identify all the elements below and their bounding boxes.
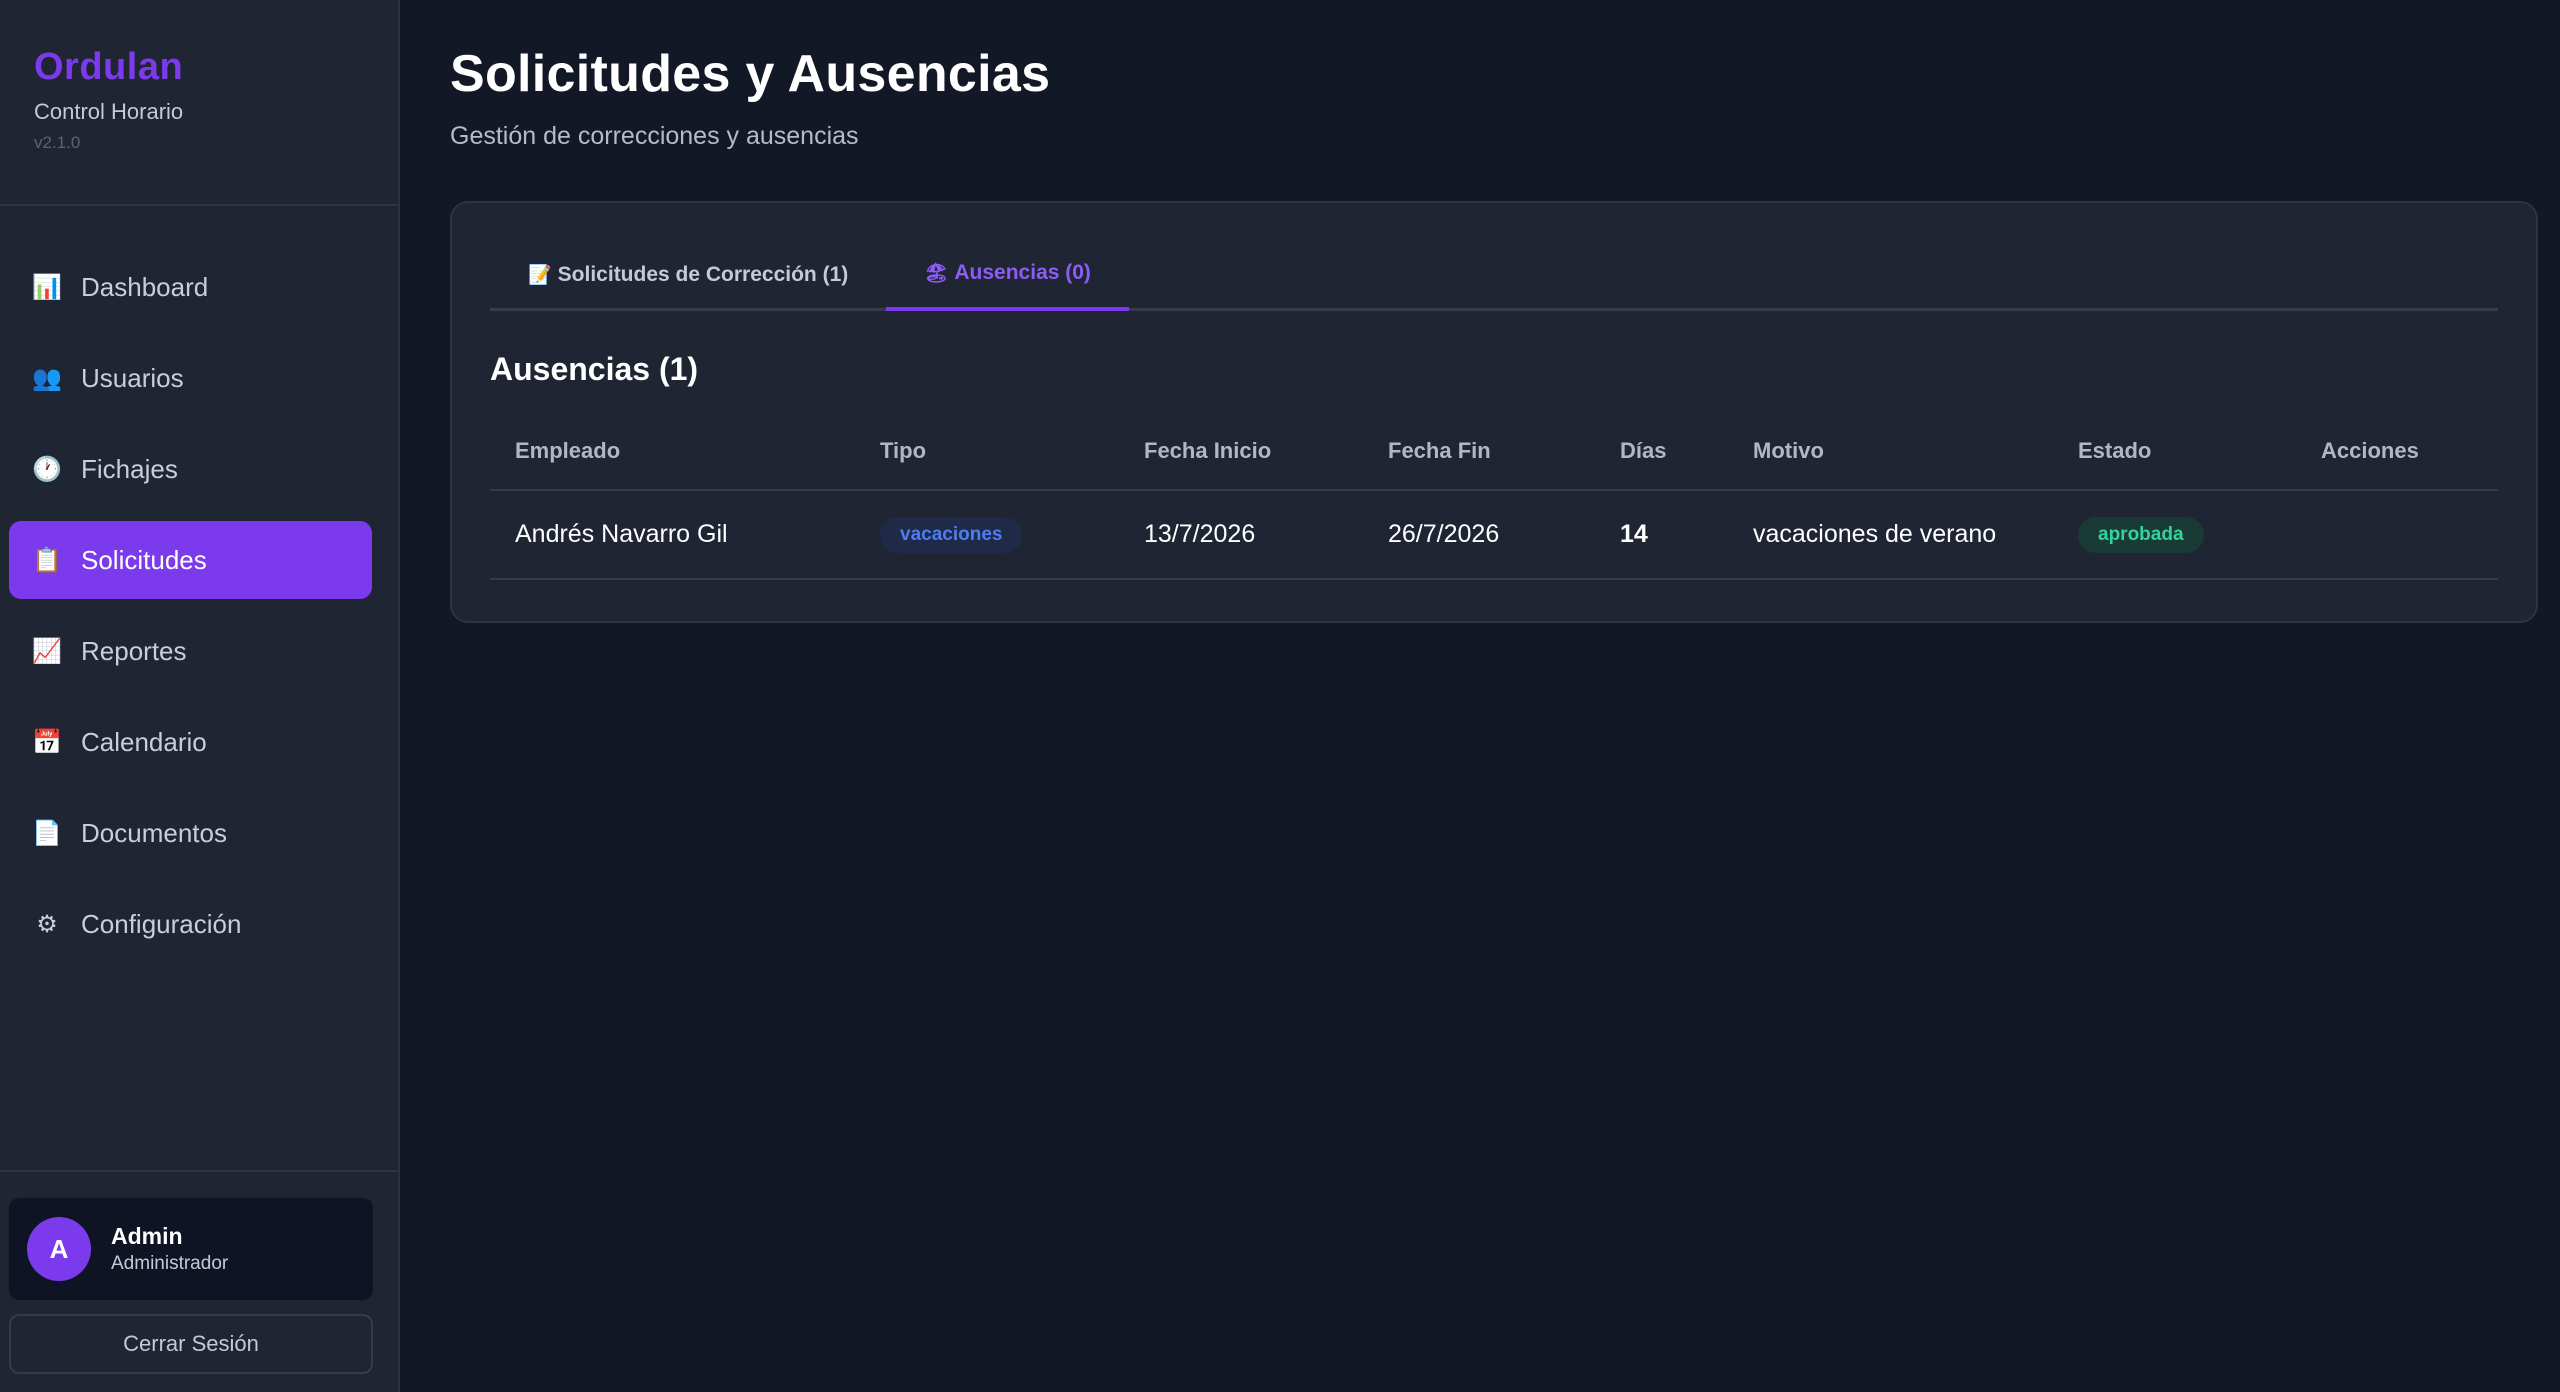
cell-fecha-fin: 26/7/2026	[1363, 490, 1595, 580]
cell-fecha-inicio: 13/7/2026	[1119, 490, 1363, 580]
beach-icon: 🏖	[924, 263, 949, 284]
column-header: Fecha Fin	[1363, 412, 1595, 491]
sidebar-item-documentos[interactable]: 📄 Documentos	[9, 794, 372, 872]
column-header: Días	[1595, 412, 1728, 491]
column-header: Estado	[2053, 412, 2296, 491]
brand: Ordulan Control Horario v2.1.0	[0, 0, 398, 206]
cell-estado: aprobada	[2053, 490, 2296, 580]
sidebar-item-label: Reportes	[81, 635, 187, 666]
app: Ordulan Control Horario v2.1.0 📊 Dashboa…	[0, 0, 2560, 1392]
column-header: Fecha Inicio	[1119, 412, 1363, 491]
sidebar-item-reportes[interactable]: 📈 Reportes	[9, 612, 372, 690]
gear-icon: ⚙	[36, 910, 58, 938]
logout-button[interactable]: Cerrar Sesión	[9, 1314, 373, 1374]
cell-dias: 14	[1595, 490, 1728, 580]
clipboard-icon: 📋	[32, 546, 62, 574]
sidebar-nav: 📊 Dashboard 👥 Usuarios 🕐 Fichajes 📋 Soli…	[0, 206, 398, 1170]
requests-card: 📝 Solicitudes de Corrección (1) 🏖 Ausenc…	[450, 201, 2538, 623]
sidebar: Ordulan Control Horario v2.1.0 📊 Dashboa…	[0, 0, 400, 1392]
cell-acciones	[2296, 490, 2498, 580]
column-header: Empleado	[490, 412, 855, 491]
cell-empleado: Andrés Navarro Gil	[490, 490, 855, 580]
user-info: Admin Administrador	[111, 1223, 228, 1275]
sidebar-item-label: Fichajes	[81, 453, 178, 484]
sidebar-footer: A Admin Administrador Cerrar Sesión	[0, 1170, 398, 1392]
page-title: Solicitudes y Ausencias	[450, 45, 1051, 103]
user-name: Admin	[111, 1223, 183, 1249]
column-header: Motivo	[1728, 412, 2053, 491]
brand-name: Ordulan	[34, 46, 184, 88]
sidebar-item-label: Documentos	[81, 817, 227, 848]
table-row: Andrés Navarro Gil vacaciones 13/7/2026 …	[490, 490, 2498, 580]
sidebar-item-solicitudes[interactable]: 📋 Solicitudes	[9, 521, 372, 599]
column-header: Tipo	[855, 412, 1119, 491]
cell-tipo: vacaciones	[855, 490, 1119, 580]
tab-label: Solicitudes de Corrección (1)	[557, 263, 849, 286]
table-header-row: Empleado Tipo Fecha Inicio Fecha Fin Día…	[490, 412, 2498, 491]
calendar-icon: 📅	[32, 728, 62, 756]
sidebar-item-dashboard[interactable]: 📊 Dashboard	[9, 248, 372, 326]
main-content: Solicitudes y Ausencias Gestión de corre…	[400, 0, 2560, 1392]
absences-table: Empleado Tipo Fecha Inicio Fecha Fin Día…	[490, 412, 2498, 580]
clock-icon: 🕐	[32, 455, 62, 483]
sidebar-item-usuarios[interactable]: 👥 Usuarios	[9, 339, 372, 417]
app-version: v2.1.0	[34, 133, 81, 152]
sidebar-item-calendario[interactable]: 📅 Calendario	[9, 703, 372, 781]
page-subtitle: Gestión de correcciones y ausencias	[450, 122, 859, 150]
avatar: A	[27, 1217, 91, 1281]
section-title: Ausencias (1)	[490, 351, 699, 387]
line-chart-icon: 📈	[32, 637, 62, 665]
sidebar-item-label: Configuración	[81, 908, 242, 939]
sidebar-item-label: Solicitudes	[81, 544, 207, 575]
sidebar-item-label: Dashboard	[81, 271, 209, 302]
type-badge: vacaciones	[880, 516, 1023, 553]
memo-icon: 📝	[528, 265, 552, 286]
bar-chart-icon: 📊	[32, 273, 62, 301]
status-badge: aprobada	[2078, 516, 2204, 553]
sidebar-item-label: Usuarios	[81, 362, 184, 393]
user-card: A Admin Administrador	[9, 1198, 373, 1300]
tab-ausencias[interactable]: 🏖 Ausencias (0)	[886, 239, 1129, 311]
column-header: Acciones	[2296, 412, 2498, 491]
sidebar-item-fichajes[interactable]: 🕐 Fichajes	[9, 430, 372, 508]
user-role: Administrador	[111, 1253, 229, 1274]
sidebar-item-configuracion[interactable]: ⚙ Configuración	[9, 885, 372, 963]
tab-solicitudes-correccion[interactable]: 📝 Solicitudes de Corrección (1)	[490, 239, 886, 311]
cell-motivo: vacaciones de verano	[1728, 490, 2053, 580]
tab-bar: 📝 Solicitudes de Corrección (1) 🏖 Ausenc…	[490, 239, 2498, 311]
tab-label: Ausencias (0)	[954, 261, 1091, 284]
document-icon: 📄	[32, 819, 62, 847]
users-icon: 👥	[32, 364, 62, 392]
sidebar-item-label: Calendario	[81, 726, 207, 757]
brand-subtitle: Control Horario	[34, 99, 184, 124]
